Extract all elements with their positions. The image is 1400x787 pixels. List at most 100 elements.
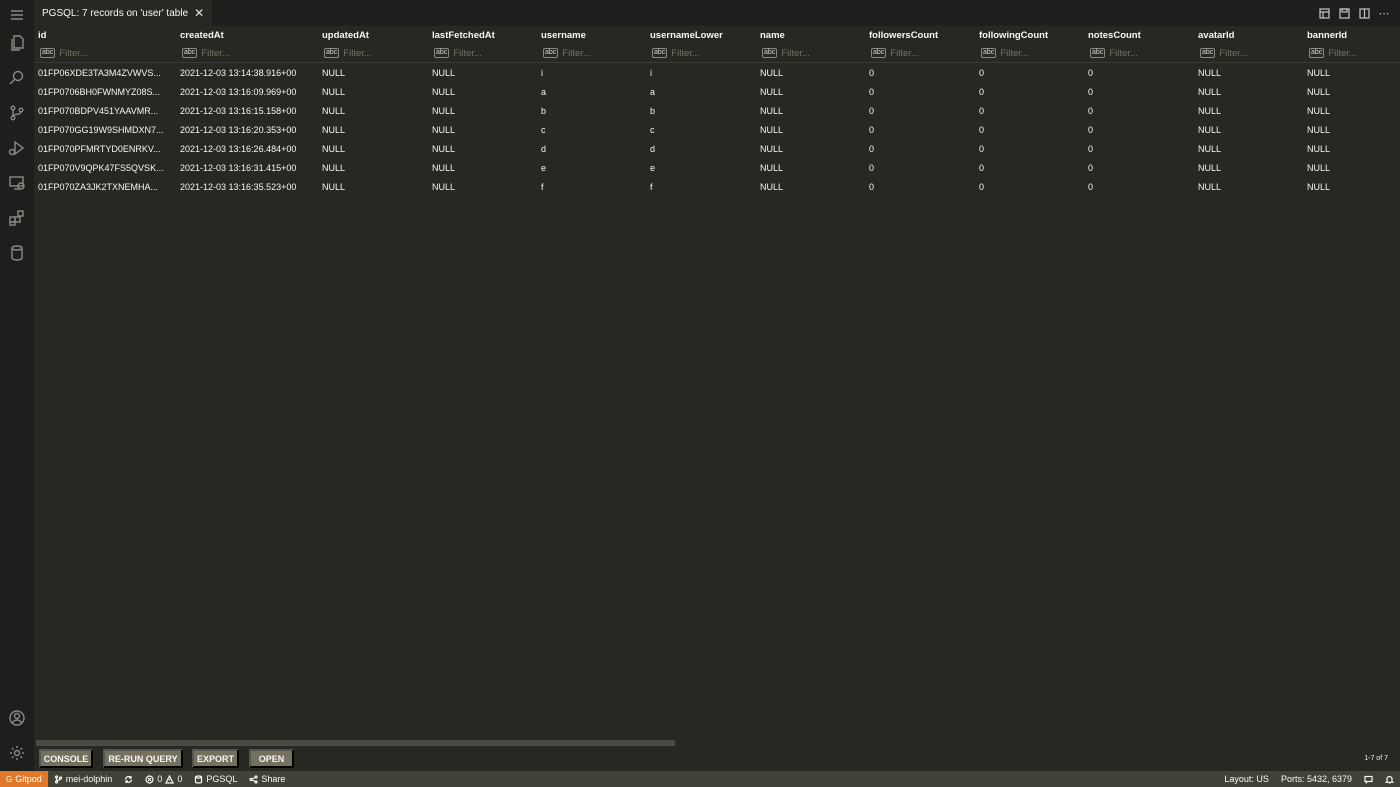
table-cell-createdAt[interactable]: 2021-12-03 13:16:35.523+00 (176, 177, 318, 196)
rerun-query-button[interactable]: RE-RUN QUERY (103, 749, 183, 768)
table-cell-usernameLower[interactable]: c (646, 120, 756, 139)
table-cell-followersCount[interactable]: 0 (865, 158, 975, 177)
table-cell-notesCount[interactable]: 0 (1084, 139, 1194, 158)
table-cell-usernameLower[interactable]: b (646, 101, 756, 120)
table-cell-avatarId[interactable]: NULL (1194, 101, 1303, 120)
more-actions-icon[interactable]: ⋯ (1378, 7, 1390, 20)
table-cell-lastFetchedAt[interactable]: NULL (428, 82, 537, 101)
table-cell-username[interactable]: c (537, 120, 646, 139)
table-row[interactable]: 01FP070V9QPK47FS5QVSK... 2021-12-03 13:16… (34, 158, 1400, 177)
table-cell-createdAt[interactable]: 2021-12-03 13:16:31.415+00 (176, 158, 318, 177)
table-cell-bannerId[interactable]: NULL (1303, 120, 1390, 139)
open-preview-icon[interactable] (1318, 7, 1330, 19)
table-cell-lastFetchedAt[interactable]: NULL (428, 139, 537, 158)
filter-input-username[interactable] (562, 47, 643, 59)
table-cell-usernameLower[interactable]: f (646, 177, 756, 196)
table-cell-usernameLower[interactable]: i (646, 63, 756, 82)
table-cell-avatarId[interactable]: NULL (1194, 63, 1303, 82)
table-cell-avatarId[interactable]: NULL (1194, 82, 1303, 101)
column-header-lastFetchedAt[interactable]: lastFetchedAt (428, 26, 537, 44)
table-cell-followingCount[interactable]: 0 (975, 177, 1084, 196)
table-cell-username[interactable]: f (537, 177, 646, 196)
table-cell-notesCount[interactable]: 0 (1084, 120, 1194, 139)
db-indicator[interactable]: PGSQL (188, 771, 243, 787)
column-header-avatarId[interactable]: avatarId (1194, 26, 1303, 44)
split-editor-icon[interactable] (1358, 7, 1370, 19)
table-cell-name[interactable]: NULL (756, 139, 865, 158)
ports-indicator[interactable]: Ports: 5432, 6379 (1275, 771, 1358, 787)
table-row[interactable]: 01FP070BDPV451YAAVMR... 2021-12-03 13:16:… (34, 101, 1400, 120)
table-cell-followersCount[interactable]: 0 (865, 120, 975, 139)
extensions-icon[interactable] (7, 208, 27, 228)
table-cell-name[interactable]: NULL (756, 120, 865, 139)
table-cell-createdAt[interactable]: 2021-12-03 13:16:26.484+00 (176, 139, 318, 158)
table-cell-avatarId[interactable]: NULL (1194, 120, 1303, 139)
table-cell-followersCount[interactable]: 0 (865, 63, 975, 82)
share-button[interactable]: Share (243, 771, 291, 787)
table-cell-usernameLower[interactable]: e (646, 158, 756, 177)
table-cell-updatedAt[interactable]: NULL (318, 82, 428, 101)
table-cell-lastFetchedAt[interactable]: NULL (428, 177, 537, 196)
open-button[interactable]: OPEN (249, 749, 294, 768)
close-icon[interactable]: ✕ (194, 7, 204, 19)
settings-gear-icon[interactable] (7, 743, 27, 763)
text-type-icon[interactable]: abc (981, 48, 997, 58)
column-header-username[interactable]: username (537, 26, 646, 44)
text-type-icon[interactable]: abc (652, 48, 668, 58)
notifications-button[interactable] (1379, 771, 1400, 787)
search-icon[interactable] (7, 68, 27, 88)
table-cell-username[interactable]: b (537, 101, 646, 120)
column-header-name[interactable]: name (756, 26, 865, 44)
table-cell-followingCount[interactable]: 0 (975, 158, 1084, 177)
table-cell-notesCount[interactable]: 0 (1084, 177, 1194, 196)
table-cell-followersCount[interactable]: 0 (865, 82, 975, 101)
table-row[interactable]: 01FP070GG19W9SHMDXN7... 2021-12-03 13:16:… (34, 120, 1400, 139)
table-cell-followersCount[interactable]: 0 (865, 139, 975, 158)
table-cell-lastFetchedAt[interactable]: NULL (428, 158, 537, 177)
filter-input-createdAt[interactable] (201, 47, 282, 59)
table-cell-name[interactable]: NULL (756, 158, 865, 177)
table-cell-updatedAt[interactable]: NULL (318, 120, 428, 139)
table-cell-notesCount[interactable]: 0 (1084, 101, 1194, 120)
column-header-createdAt[interactable]: createdAt (176, 26, 318, 44)
text-type-icon[interactable]: abc (871, 48, 887, 58)
horizontal-scrollbar[interactable] (36, 740, 675, 746)
table-row[interactable]: 01FP06XDE3TA3M4ZVWVS... 2021-12-03 13:14:… (34, 63, 1400, 82)
column-header-usernameLower[interactable]: usernameLower (646, 26, 756, 44)
table-cell-followingCount[interactable]: 0 (975, 139, 1084, 158)
table-cell-usernameLower[interactable]: a (646, 82, 756, 101)
table-cell-createdAt[interactable]: 2021-12-03 13:16:20.353+00 (176, 120, 318, 139)
text-type-icon[interactable]: abc (182, 48, 198, 58)
table-cell-avatarId[interactable]: NULL (1194, 177, 1303, 196)
table-cell-createdAt[interactable]: 2021-12-03 13:14:38.916+00 (176, 63, 318, 82)
table-cell-updatedAt[interactable]: NULL (318, 139, 428, 158)
text-type-icon[interactable]: abc (434, 48, 450, 58)
table-cell-username[interactable]: i (537, 63, 646, 82)
table-cell-avatarId[interactable]: NULL (1194, 139, 1303, 158)
text-type-icon[interactable]: abc (324, 48, 340, 58)
branch-indicator[interactable]: mei-dolphin (48, 771, 119, 787)
filter-input-followersCount[interactable] (890, 47, 971, 59)
table-cell-id[interactable]: 01FP0706BH0FWNMYZ08S... (34, 82, 176, 101)
text-type-icon[interactable]: abc (1200, 48, 1216, 58)
table-cell-notesCount[interactable]: 0 (1084, 158, 1194, 177)
table-cell-createdAt[interactable]: 2021-12-03 13:16:09.969+00 (176, 82, 318, 101)
table-cell-id[interactable]: 01FP070PFMRTYD0ENRKV... (34, 139, 176, 158)
table-cell-bannerId[interactable]: NULL (1303, 177, 1390, 196)
filter-input-notesCount[interactable] (1109, 47, 1190, 59)
explorer-icon[interactable] (7, 33, 27, 53)
table-row[interactable]: 01FP070PFMRTYD0ENRKV... 2021-12-03 13:16:… (34, 139, 1400, 158)
table-cell-lastFetchedAt[interactable]: NULL (428, 101, 537, 120)
text-type-icon[interactable]: abc (1309, 48, 1325, 58)
table-cell-bannerId[interactable]: NULL (1303, 139, 1390, 158)
table-cell-bannerId[interactable]: NULL (1303, 63, 1390, 82)
table-cell-id[interactable]: 01FP070BDPV451YAAVMR... (34, 101, 176, 120)
tab-pgsql-results[interactable]: PGSQL: 7 records on 'user' table ✕ (34, 0, 213, 26)
keyboard-layout[interactable]: Layout: US (1218, 771, 1275, 787)
filter-input-bannerId[interactable] (1328, 47, 1390, 59)
table-cell-id[interactable]: 01FP06XDE3TA3M4ZVWVS... (34, 63, 176, 82)
column-header-bannerId[interactable]: bannerId (1303, 26, 1390, 44)
table-cell-updatedAt[interactable]: NULL (318, 101, 428, 120)
console-button[interactable]: CONSOLE (39, 749, 93, 768)
sync-button[interactable] (118, 771, 139, 787)
